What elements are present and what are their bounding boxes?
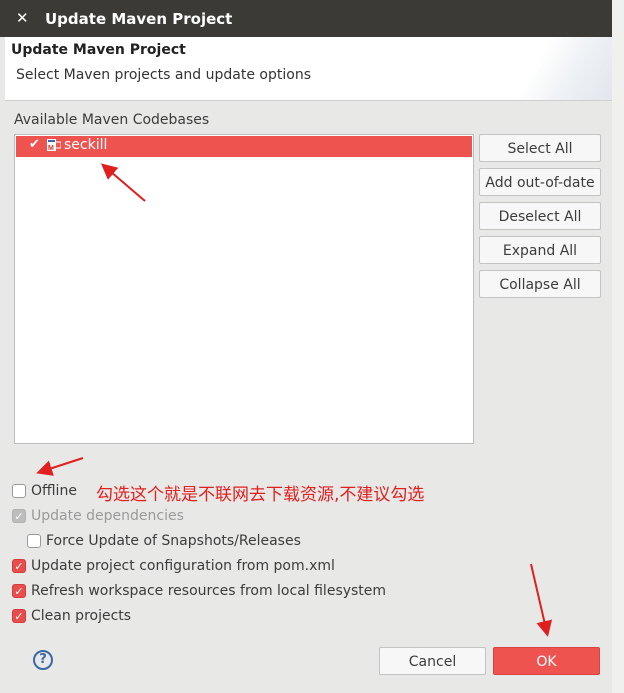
update-dependencies-checkbox: ✓: [12, 509, 26, 523]
force-update-label: Force Update of Snapshots/Releases: [46, 533, 301, 549]
codebases-label: Available Maven Codebases: [14, 112, 210, 128]
dialog-description: Select Maven projects and update options: [16, 67, 311, 83]
update-config-checkbox[interactable]: ✓: [12, 559, 26, 573]
select-all-button[interactable]: Select All: [479, 134, 601, 162]
cancel-button[interactable]: Cancel: [379, 647, 486, 675]
clean-projects-label: Clean projects: [31, 608, 132, 624]
add-out-of-date-button[interactable]: Add out-of-date: [479, 168, 601, 196]
close-icon[interactable]: ✕: [16, 9, 29, 27]
deselect-all-button[interactable]: Deselect All: [479, 202, 601, 230]
offline-label: Offline: [31, 483, 77, 499]
expand-all-button[interactable]: Expand All: [479, 236, 601, 264]
maven-project-icon: M: [47, 139, 61, 151]
ok-button[interactable]: OK: [493, 647, 600, 675]
title-bar: ✕ Update Maven Project: [0, 0, 612, 37]
tree-item-label: seckill: [64, 137, 108, 153]
arrow-to-offline: [36, 457, 84, 476]
checkmark-icon[interactable]: ✔: [29, 137, 40, 152]
arrow-to-ok: [530, 563, 553, 637]
refresh-workspace-checkbox[interactable]: ✓: [12, 584, 26, 598]
dialog-title: Update Maven Project: [11, 42, 186, 58]
collapse-all-button[interactable]: Collapse All: [479, 270, 601, 298]
header-banner-decoration: [472, 37, 612, 100]
help-icon[interactable]: ?: [33, 650, 53, 670]
update-config-label: Update project configuration from pom.xm…: [31, 558, 335, 574]
refresh-workspace-label: Refresh workspace resources from local f…: [31, 583, 387, 599]
annotation-text: 勾选这个就是不联网去下载资源,不建议勾选: [96, 485, 425, 505]
force-update-checkbox[interactable]: [27, 534, 41, 548]
dialog-header: Update Maven Project Select Maven projec…: [5, 37, 612, 101]
svg-text:M: M: [48, 145, 54, 151]
clean-projects-checkbox[interactable]: ✓: [12, 609, 26, 623]
offline-checkbox[interactable]: [12, 484, 26, 498]
update-dependencies-label: Update dependencies: [31, 508, 184, 524]
window-edge: [612, 0, 624, 693]
window-title: Update Maven Project: [45, 10, 233, 28]
tree-item-seckill[interactable]: ✔ M seckill: [16, 136, 472, 157]
codebases-tree[interactable]: ✔ M seckill: [14, 134, 474, 444]
